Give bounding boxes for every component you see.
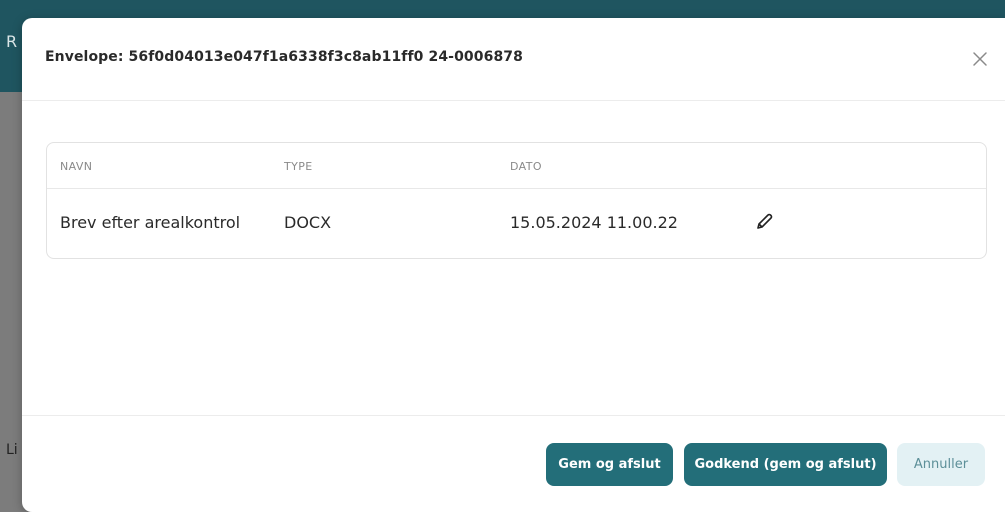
cell-dato: 15.05.2024 11.00.22 [510, 213, 678, 232]
background-header-text: R [6, 32, 18, 51]
close-button[interactable] [965, 44, 995, 74]
edit-button[interactable] [753, 211, 775, 233]
envelope-dialog: Envelope: 56f0d04013e047f1a6338f3c8ab11f… [22, 18, 1005, 512]
approve-button[interactable]: Godkend (gem og afslut) [684, 443, 887, 486]
cell-navn: Brev efter arealkontrol [60, 213, 241, 232]
pencil-icon [757, 213, 773, 229]
documents-table: NAVN TYPE DATO Brev efter arealkontrol D… [46, 142, 987, 259]
close-icon [973, 52, 987, 66]
save-and-close-button[interactable]: Gem og afslut [546, 443, 673, 486]
dialog-header: Envelope: 56f0d04013e047f1a6338f3c8ab11f… [22, 18, 1005, 101]
column-header-type: TYPE [284, 160, 313, 173]
cancel-button[interactable]: Annuller [897, 443, 985, 486]
column-header-navn: NAVN [60, 160, 93, 173]
column-header-dato: DATO [510, 160, 542, 173]
cell-type: DOCX [284, 213, 332, 232]
background-body-text: Li [6, 442, 18, 458]
footer-divider [22, 415, 1005, 416]
dialog-title: Envelope: 56f0d04013e047f1a6338f3c8ab11f… [45, 49, 523, 65]
table-header-divider [47, 188, 986, 189]
